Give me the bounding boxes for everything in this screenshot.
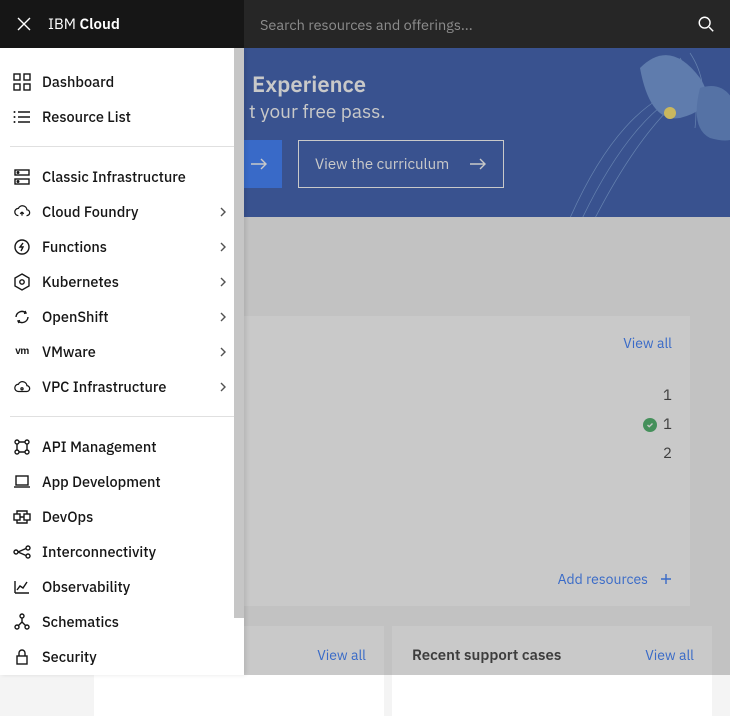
sidebar-item-resource-list[interactable]: Resource List — [0, 99, 244, 134]
sidebar-item-label: OpenShift — [42, 307, 218, 326]
dashboard-icon — [12, 72, 32, 92]
sidebar: Dashboard Resource List Classic Infrastr… — [0, 48, 244, 675]
view-curriculum-button[interactable]: View the curriculum — [298, 140, 504, 188]
sidebar-item-label: VMware — [42, 342, 218, 361]
view-all-link[interactable]: View all — [317, 646, 366, 664]
api-icon — [12, 437, 32, 457]
sidebar-item-classic-infrastructure[interactable]: Classic Infrastructure — [0, 159, 244, 194]
sidebar-item-label: Classic Infrastructure — [42, 167, 228, 186]
sidebar-item-observability[interactable]: Observability — [0, 569, 244, 604]
sidebar-item-label: Observability — [42, 577, 228, 596]
sidebar-group-a: Dashboard Resource List — [0, 48, 244, 142]
sidebar-item-label: Resource List — [42, 107, 228, 126]
primary-button[interactable] — [244, 140, 282, 188]
chevron-right-icon — [218, 382, 228, 392]
lock-icon — [12, 647, 32, 667]
topbar-left: IBM Cloud — [0, 0, 244, 48]
link-label: Add resources — [558, 570, 648, 588]
arrow-right-icon — [469, 157, 487, 171]
bolt-icon — [12, 237, 32, 257]
vm-icon: vm — [12, 342, 32, 362]
brand-prefix: IBM — [48, 15, 80, 34]
cycle-icon — [12, 307, 32, 327]
support-cases-card: Recent support cases View all — [392, 626, 712, 716]
status-ok-icon — [643, 418, 657, 432]
arrow-right-icon — [250, 157, 268, 171]
chevron-right-icon — [218, 207, 228, 217]
search-icon[interactable] — [682, 0, 730, 48]
sidebar-item-label: App Development — [42, 472, 228, 491]
sidebar-group-b: Classic Infrastructure Cloud Foundry Fun… — [0, 151, 244, 412]
hero-subtitle: t your free pass. — [249, 100, 385, 124]
sidebar-item-label: DevOps — [42, 507, 228, 526]
divider — [10, 146, 234, 147]
resource-counts: 1 1 2 — [643, 386, 672, 463]
count-row: 1 — [663, 386, 672, 405]
cloud-icon — [12, 377, 32, 397]
cloud-up-icon — [12, 202, 32, 222]
count-row: 1 — [643, 415, 672, 434]
main: Experience t your free pass. View the cu… — [244, 48, 730, 675]
sidebar-item-label: API Management — [42, 437, 228, 456]
scrollbar[interactable] — [234, 48, 244, 618]
sidebar-item-label: Security — [42, 647, 228, 666]
divider — [10, 416, 234, 417]
chart-icon — [12, 577, 32, 597]
sidebar-item-vmware[interactable]: vm VMware — [0, 334, 244, 369]
server-icon — [12, 167, 32, 187]
sidebar-item-openshift[interactable]: OpenShift — [0, 299, 244, 334]
count-row: 2 — [663, 444, 672, 463]
connect-icon — [12, 542, 32, 562]
hero-title: Experience — [252, 70, 366, 99]
sidebar-item-devops[interactable]: DevOps — [0, 499, 244, 534]
plus-icon — [660, 573, 672, 585]
sidebar-item-label: Functions — [42, 237, 218, 256]
close-icon — [16, 16, 32, 32]
sidebar-item-label: Cloud Foundry — [42, 202, 218, 221]
topbar: IBM Cloud Search resources and offerings… — [0, 0, 730, 48]
sidebar-item-schematics[interactable]: Schematics — [0, 604, 244, 639]
hero-art — [550, 48, 730, 217]
sidebar-group-c: API Management App Development DevOps In… — [0, 421, 244, 675]
brand-bold: Cloud — [80, 15, 120, 34]
chevron-right-icon — [218, 312, 228, 322]
sidebar-item-vpc-infrastructure[interactable]: VPC Infrastructure — [0, 369, 244, 404]
hex-icon — [12, 272, 32, 292]
laptop-icon — [12, 472, 32, 492]
sidebar-item-label: VPC Infrastructure — [42, 377, 218, 396]
sidebar-item-label: Kubernetes — [42, 272, 218, 291]
card-title: Recent support cases — [412, 646, 561, 665]
search-placeholder: Search resources and offerings... — [260, 15, 473, 34]
button-label: View the curriculum — [315, 155, 449, 174]
close-menu-button[interactable] — [0, 0, 48, 48]
sidebar-item-functions[interactable]: Functions — [0, 229, 244, 264]
sidebar-item-kubernetes[interactable]: Kubernetes — [0, 264, 244, 299]
sidebar-item-app-development[interactable]: App Development — [0, 464, 244, 499]
list-icon — [12, 107, 32, 127]
add-resources-link[interactable]: Add resources — [558, 570, 672, 588]
sidebar-item-label: Schematics — [42, 612, 228, 631]
chevron-right-icon — [218, 347, 228, 357]
sidebar-item-security[interactable]: Security — [0, 639, 244, 674]
schema-icon — [12, 612, 32, 632]
hero-banner: Experience t your free pass. View the cu… — [244, 48, 730, 217]
view-all-link[interactable]: View all — [623, 334, 672, 352]
chevron-right-icon — [218, 277, 228, 287]
devops-icon — [12, 507, 32, 527]
search-input[interactable]: Search resources and offerings... — [244, 0, 682, 48]
sidebar-item-label: Interconnectivity — [42, 542, 228, 561]
sidebar-item-dashboard[interactable]: Dashboard — [0, 64, 244, 99]
view-all-link[interactable]: View all — [645, 646, 694, 664]
brand[interactable]: IBM Cloud — [48, 15, 120, 34]
chevron-right-icon — [218, 242, 228, 252]
sidebar-item-label: Dashboard — [42, 72, 228, 91]
sidebar-item-cloud-foundry[interactable]: Cloud Foundry — [0, 194, 244, 229]
sidebar-item-api-management[interactable]: API Management — [0, 429, 244, 464]
sidebar-item-interconnectivity[interactable]: Interconnectivity — [0, 534, 244, 569]
